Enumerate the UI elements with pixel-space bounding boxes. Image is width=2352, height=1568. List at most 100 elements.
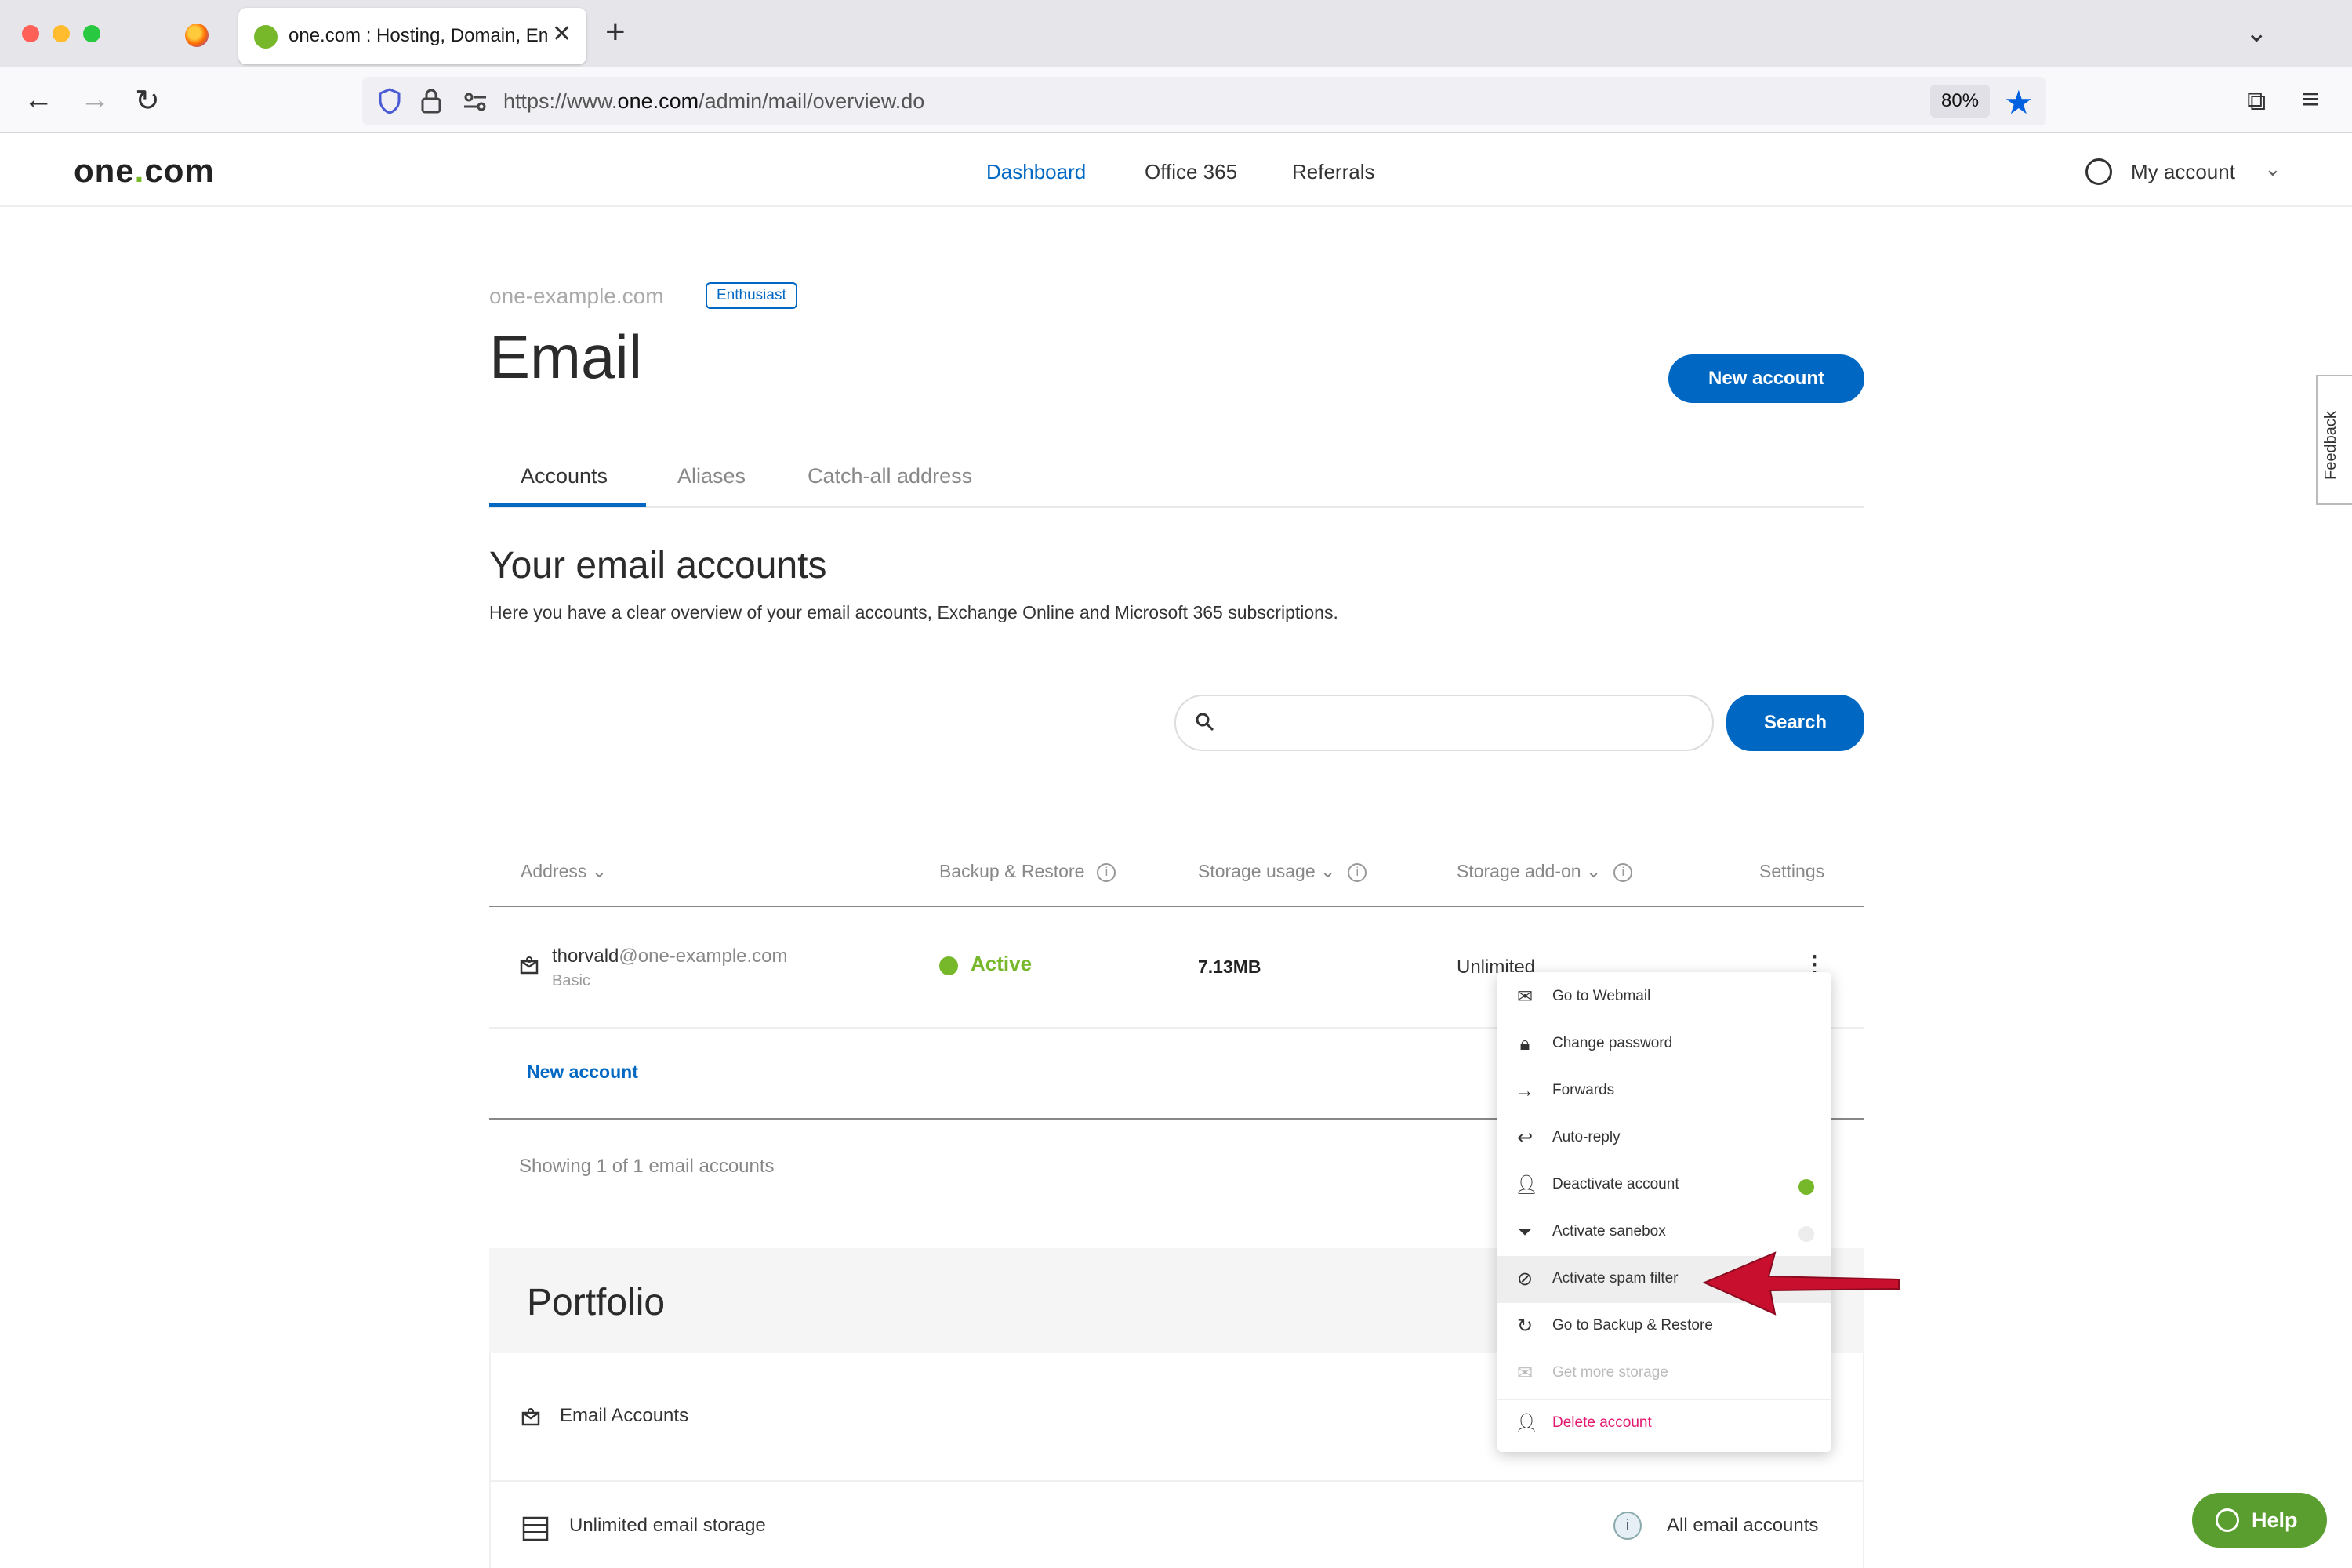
- info-icon[interactable]: i: [1613, 862, 1633, 882]
- plan-badge: Enthusiast: [706, 282, 797, 309]
- toggle-off-indicator[interactable]: [1798, 1226, 1814, 1242]
- tracking-shield-icon[interactable]: [378, 88, 401, 114]
- extensions-icon[interactable]: ⧉: [2247, 86, 2266, 117]
- menu-item-more-storage: ✉ Get more storage: [1497, 1350, 1831, 1397]
- settings-menu: ✉ Go to Webmail 🔒︎ Change password → For…: [1497, 972, 1831, 1452]
- feedback-tab[interactable]: Feedback: [2316, 375, 2352, 505]
- firefox-icon[interactable]: [185, 24, 209, 47]
- envelope-icon: ✉: [1516, 986, 1534, 1007]
- section-description: Here you have a clear overview of your e…: [489, 602, 1338, 622]
- column-header-backup: Backup & Restore i: [939, 861, 1116, 882]
- nav-referrals[interactable]: Referrals: [1292, 160, 1374, 184]
- bookmark-star-icon[interactable]: ★: [2004, 83, 2034, 122]
- email-plan: Basic: [552, 972, 590, 989]
- status-dot-icon: [939, 956, 958, 975]
- chevron-down-icon: ⌄: [1585, 861, 1602, 881]
- menu-item-change-password[interactable]: 🔒︎ Change password: [1497, 1021, 1831, 1068]
- browser-toolbar: ← → ↻ https://www.one.com/admin/mail/ove…: [0, 67, 2352, 133]
- portfolio-scope: All email accounts: [1667, 1515, 1819, 1536]
- tab-aliases[interactable]: Aliases: [677, 464, 746, 488]
- backup-status: Active: [971, 952, 1033, 975]
- showing-count: Showing 1 of 1 email accounts: [519, 1156, 775, 1177]
- forward-button[interactable]: →: [80, 83, 110, 117]
- section-title: Your email accounts: [489, 545, 827, 586]
- account-icon[interactable]: [2085, 158, 2112, 185]
- portfolio-title: Portfolio: [527, 1282, 666, 1323]
- portfolio-label: Unlimited email storage: [569, 1515, 766, 1536]
- tab-list-chevron-icon[interactable]: ⌄: [2245, 17, 2268, 49]
- tab-title: one.com : Hosting, Domain, Email: [289, 25, 547, 46]
- menu-label: Deactivate account: [1552, 1176, 1679, 1192]
- chevron-down-icon: ⌄: [591, 861, 608, 881]
- onecom-logo[interactable]: one.com: [74, 152, 215, 190]
- new-account-link[interactable]: New account: [527, 1062, 638, 1083]
- tab-close-icon[interactable]: ✕: [552, 20, 572, 48]
- url-bar[interactable]: https://www.one.com/admin/mail/overview.…: [362, 77, 2046, 125]
- toggle-on-indicator[interactable]: [1798, 1179, 1814, 1195]
- menu-icon[interactable]: ≡: [2302, 83, 2319, 117]
- restore-icon: ↻: [1516, 1316, 1534, 1337]
- storage-icon: [522, 1516, 549, 1541]
- user-icon: 👤︎: [1515, 1174, 1539, 1196]
- storage-icon: ✉: [1516, 1363, 1534, 1384]
- search-button[interactable]: Search: [1726, 695, 1864, 751]
- menu-label: Activate spam filter: [1552, 1270, 1679, 1287]
- menu-item-auto-reply[interactable]: ↩ Auto-reply: [1497, 1115, 1831, 1162]
- window-zoom-button[interactable]: [83, 25, 100, 42]
- reload-button[interactable]: ↻: [135, 83, 160, 118]
- feedback-label: Feedback: [2322, 411, 2339, 480]
- reply-icon: ↩: [1516, 1127, 1534, 1149]
- menu-label: Delete account: [1552, 1414, 1652, 1431]
- chat-bubble-icon: [2216, 1508, 2239, 1532]
- menu-label: Auto-reply: [1552, 1129, 1621, 1145]
- menu-item-deactivate[interactable]: 👤︎ Deactivate account: [1497, 1162, 1831, 1209]
- menu-label: Change password: [1552, 1035, 1673, 1051]
- chevron-down-icon[interactable]: ⌄: [2264, 157, 2281, 181]
- my-account-link[interactable]: My account: [2131, 160, 2235, 184]
- tab-catch-all[interactable]: Catch-all address: [808, 464, 972, 488]
- window-minimize-button[interactable]: [53, 25, 70, 42]
- arrow-right-icon: →: [1515, 1080, 1534, 1102]
- menu-item-webmail[interactable]: ✉ Go to Webmail: [1497, 974, 1831, 1021]
- new-account-button[interactable]: New account: [1668, 354, 1864, 403]
- menu-label: Get more storage: [1552, 1364, 1668, 1381]
- lock-icon: 🔒︎: [1519, 1033, 1530, 1054]
- mailbox-icon: [521, 1408, 540, 1426]
- portfolio-row-storage: Unlimited email storage i All email acco…: [489, 1482, 1864, 1568]
- filter-icon: ⏷: [1517, 1221, 1533, 1243]
- info-icon[interactable]: i: [1613, 1512, 1642, 1540]
- onecom-favicon-icon: [254, 25, 278, 49]
- window-close-button[interactable]: [22, 25, 39, 42]
- nav-office-365[interactable]: Office 365: [1145, 160, 1237, 184]
- email-address[interactable]: thorvald@one-example.com: [552, 946, 788, 967]
- menu-item-forwards[interactable]: → Forwards: [1497, 1068, 1831, 1115]
- domain-name: one-example.com: [489, 284, 664, 308]
- help-button[interactable]: Help: [2192, 1493, 2327, 1548]
- block-icon: ⊘: [1516, 1269, 1534, 1290]
- help-label: Help: [2252, 1508, 2298, 1532]
- zoom-level[interactable]: 80%: [1930, 85, 1991, 118]
- column-header-storage[interactable]: Storage usage ⌄ i: [1198, 861, 1367, 882]
- search-input[interactable]: [1174, 695, 1714, 751]
- url-text[interactable]: https://www.one.com/admin/mail/overview.…: [503, 89, 924, 114]
- browser-tab-bar: one.com : Hosting, Domain, Email ✕ + ⌄: [0, 0, 2352, 67]
- permissions-icon[interactable]: [463, 91, 488, 113]
- column-header-addon[interactable]: Storage add-on ⌄ i: [1457, 861, 1633, 882]
- info-icon[interactable]: i: [1348, 862, 1367, 882]
- nav-dashboard[interactable]: Dashboard: [986, 160, 1086, 184]
- info-icon[interactable]: i: [1097, 862, 1116, 882]
- menu-label: Go to Webmail: [1552, 988, 1651, 1004]
- delete-user-icon: 👤︎: [1515, 1413, 1539, 1434]
- column-header-settings: Settings: [1759, 861, 1825, 881]
- annotation-arrow-icon: [1702, 1251, 1900, 1316]
- new-tab-button[interactable]: +: [605, 13, 626, 52]
- menu-item-delete[interactable]: 👤︎ Delete account: [1497, 1400, 1831, 1447]
- column-header-address[interactable]: Address ⌄: [521, 861, 607, 882]
- menu-label: Activate sanebox: [1552, 1223, 1666, 1240]
- menu-label: Go to Backup & Restore: [1552, 1317, 1713, 1334]
- back-button[interactable]: ←: [24, 83, 53, 117]
- storage-usage: 7.13MB: [1198, 956, 1261, 977]
- browser-tab[interactable]: one.com : Hosting, Domain, Email ✕: [238, 8, 586, 64]
- lock-icon[interactable]: [420, 88, 442, 114]
- tab-accounts[interactable]: Accounts: [521, 464, 608, 488]
